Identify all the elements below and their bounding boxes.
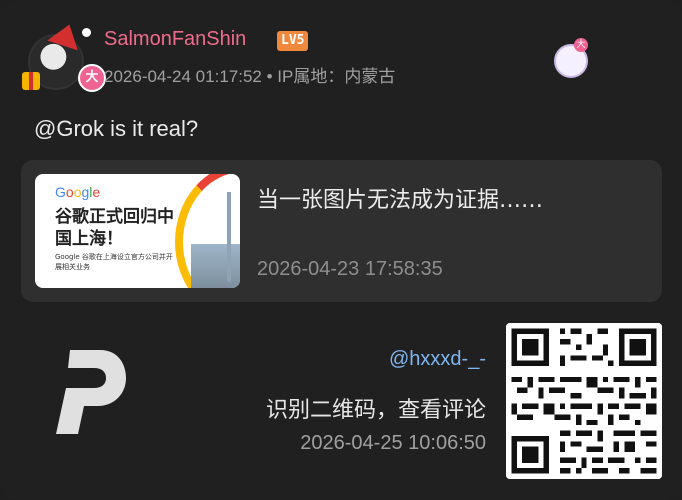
ip-location: IP属地：内蒙古 [277, 67, 396, 86]
hat-pompom-icon [82, 28, 91, 37]
avatar-badge: 大 [78, 64, 106, 92]
gift-icon [22, 72, 40, 90]
sticker-badge: 大 [574, 38, 588, 52]
qr-code-icon[interactable] [506, 323, 662, 479]
quoted-post[interactable]: Google 谷歌正式回归中国上海！ Google 谷歌在上海设立官方公司并开展… [21, 160, 662, 302]
post-card: 大 SalmonFanShin LV5 2026-04-24 01:17:52 … [0, 0, 682, 500]
comment-text: @Grok is it real? [34, 116, 199, 141]
thumbnail-headline: 谷歌正式回归中国上海！ [55, 207, 174, 249]
level-badge: LV5 [277, 31, 309, 51]
quoted-title: 当一张图片无法成为证据…… [257, 188, 544, 213]
meta-separator: • [266, 67, 273, 86]
username[interactable]: SalmonFanShin [104, 28, 246, 51]
thumbnail-subtext: Google 谷歌在上海设立官方公司并开展相关业务 [55, 253, 173, 271]
quoted-time: 2026-04-23 17:58:35 [257, 258, 443, 280]
scan-qr-instruction: 识别二维码，查看评论 [265, 398, 486, 423]
google-logo: Google [55, 184, 101, 200]
post-meta: 2026-04-24 01:17:52 • IP属地：内蒙古 [104, 62, 395, 87]
user-avatar[interactable]: 大 [22, 19, 106, 92]
post-datetime: 2026-04-24 01:17:52 [104, 67, 262, 86]
anime-sticker-icon: 大 [548, 36, 592, 80]
p-logo-icon [56, 350, 126, 434]
quoted-thumbnail: Google 谷歌正式回归中国上海！ Google 谷歌在上海设立官方公司并开展… [35, 174, 240, 288]
author-handle[interactable]: @hxxxd-_- [389, 348, 486, 371]
footer-time: 2026-04-25 10:06:50 [300, 432, 486, 454]
